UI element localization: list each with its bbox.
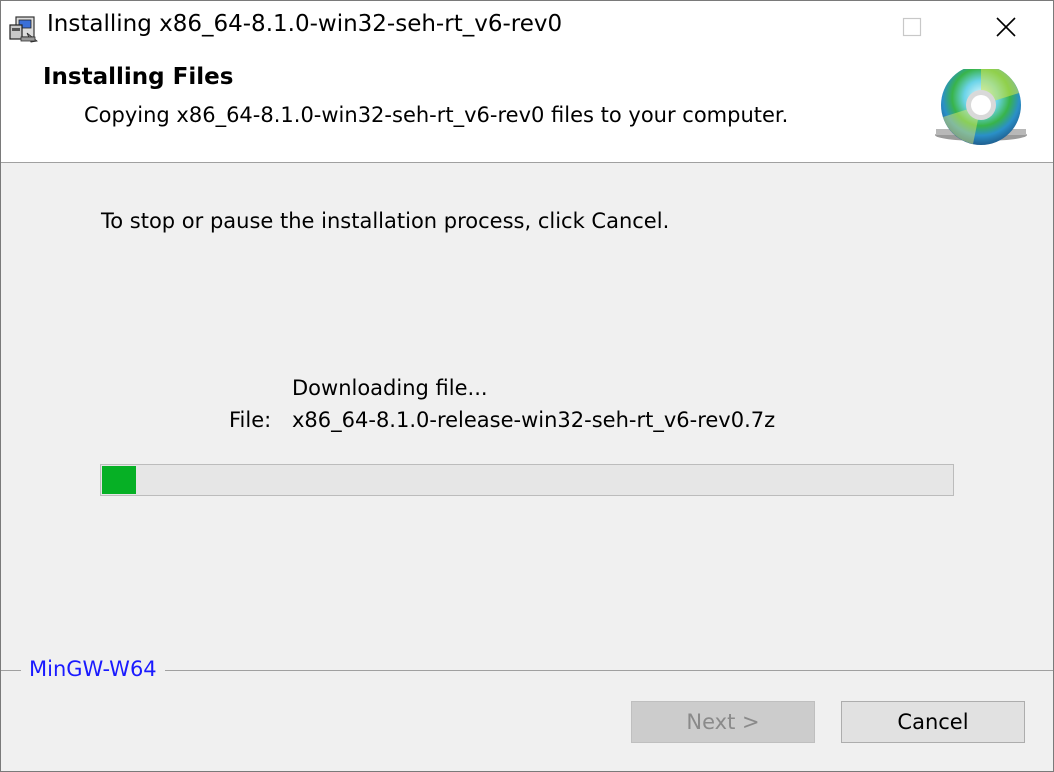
- close-button[interactable]: [959, 1, 1053, 53]
- brand-label: MinGW-W64: [21, 657, 165, 681]
- download-status: Downloading file...: [292, 376, 488, 400]
- minimize-button[interactable]: [771, 1, 865, 53]
- maximize-button: [865, 1, 959, 53]
- minimize-icon: [810, 26, 826, 28]
- file-label: File:: [229, 408, 272, 432]
- close-icon: [996, 17, 1016, 37]
- header-subtitle: Copying x86_64-8.1.0-win32-seh-rt_v6-rev…: [84, 103, 789, 127]
- title-bar[interactable]: Installing x86_64-8.1.0-win32-seh-rt_v6-…: [1, 1, 1053, 53]
- cd-disc-icon: [935, 69, 1027, 145]
- progress-bar: [100, 464, 954, 496]
- header-title: Installing Files: [43, 64, 234, 90]
- cancel-button[interactable]: Cancel: [841, 701, 1025, 743]
- window-title: Installing x86_64-8.1.0-win32-seh-rt_v6-…: [47, 11, 563, 37]
- file-name: x86_64-8.1.0-release-win32-seh-rt_v6-rev…: [292, 408, 776, 432]
- next-button[interactable]: Next >: [631, 701, 815, 743]
- installer-window: Installing x86_64-8.1.0-win32-seh-rt_v6-…: [0, 0, 1054, 772]
- progress-fill: [102, 466, 136, 494]
- instruction-text: To stop or pause the installation proces…: [101, 209, 670, 233]
- header-banner: Installing Files Copying x86_64-8.1.0-wi…: [1, 53, 1053, 163]
- installer-icon: [9, 16, 38, 43]
- maximize-icon: [902, 17, 922, 37]
